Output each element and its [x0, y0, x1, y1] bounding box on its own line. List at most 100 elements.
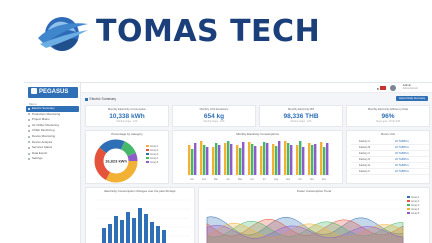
kpi-subtext: Monthly target : 10%	[203, 121, 225, 123]
user-avatar[interactable]	[390, 84, 396, 91]
kpi-title: Monthly Electricity Consumption	[107, 108, 147, 111]
bar	[212, 147, 215, 175]
bar	[191, 149, 194, 175]
row-value: 20 THB/Pcs	[395, 170, 409, 173]
x-tick-label: Dec	[322, 179, 327, 181]
x-tick-label: Mar	[214, 178, 218, 181]
bar	[218, 145, 221, 175]
kpi-title: Monthly CO2 Emissions	[199, 108, 229, 111]
x-tick-label: Jul	[263, 179, 266, 181]
hero-banner: TOMAS TECH	[0, 0, 432, 72]
pegasus-logo-icon	[31, 88, 37, 94]
app-window: PEGASUS Menu Electric Summary Production…	[24, 82, 432, 243]
bar	[203, 145, 206, 175]
bar	[227, 141, 230, 175]
daily-change-chart	[96, 199, 190, 243]
x-tick-label: Apr	[226, 178, 230, 181]
legend-swatch	[407, 204, 410, 206]
bar	[126, 212, 130, 243]
menu-item-icon	[28, 130, 30, 133]
menu-item-icon	[28, 141, 30, 144]
kpi-value: 10,338 kWh	[109, 113, 145, 120]
bar	[150, 222, 154, 243]
top-bar: ● Admin Administrator	[81, 83, 432, 93]
bar	[144, 214, 148, 243]
bar	[290, 145, 293, 175]
sidebar-item-label: Air Chiller Monitoring	[32, 122, 59, 127]
app-logo-text: PEGASUS	[39, 89, 69, 95]
home-icon	[85, 97, 88, 101]
bar	[302, 147, 305, 175]
app-logo[interactable]: PEGASUS	[28, 87, 78, 98]
export-daily-summary-button[interactable]: Export Daily Summary	[396, 96, 428, 101]
legend-swatch	[407, 196, 410, 198]
breadcrumb: Electric Summary	[85, 97, 116, 101]
legend-swatch	[407, 212, 410, 214]
globe-logo-icon	[38, 17, 88, 51]
bar	[215, 143, 218, 175]
bar	[114, 216, 118, 243]
menu-item-icon	[28, 158, 30, 161]
menu-item-icon	[28, 118, 30, 121]
kpi-subtext: Monthly target : 12%	[290, 121, 312, 123]
bar	[230, 144, 233, 175]
menu-item-icon	[28, 152, 30, 155]
legend-item: Group 5	[407, 212, 419, 216]
kpi-title: Monthly Electricity Bill	[288, 108, 314, 111]
bar	[236, 145, 239, 175]
legend-item: Group 5	[146, 161, 158, 165]
donut-center-value: 16,823 kWh	[105, 159, 127, 164]
row-name: Factory F	[359, 170, 370, 173]
sidebar-item-label: Device Analysis	[32, 139, 53, 144]
trend-legend: Group 1 Group 2 Group 3 Group 4 Group 5	[407, 196, 419, 216]
language-flag-icon[interactable]	[380, 86, 386, 90]
legend-swatch	[407, 208, 410, 210]
user-menu[interactable]: Admin Administrator	[403, 83, 418, 91]
kpi-value: 654 kg	[203, 113, 225, 120]
bar	[242, 142, 245, 175]
sidebar-item-label: Production Monitoring	[32, 111, 61, 116]
notification-bell-icon[interactable]: ●	[377, 86, 379, 91]
room-unit-card: Room Unit Factory A 20 THB/Pcs Factory B2…	[346, 130, 430, 184]
kpi-subtext: Target goal : 95.00 %/M	[375, 121, 401, 123]
sidebar-item-settings[interactable]: Settings	[26, 156, 79, 162]
legend-label: Group 4	[150, 158, 159, 160]
power-trend-chart	[206, 199, 404, 243]
kpi-value: 98,336 THB	[283, 113, 319, 120]
bar	[138, 208, 142, 243]
bar	[224, 143, 227, 175]
bar	[287, 143, 290, 175]
menu-item-icon	[28, 107, 30, 110]
menu-item-icon	[28, 124, 30, 127]
bar	[296, 145, 299, 175]
legend-label: Group 5	[150, 162, 159, 164]
legend-label: Group 3	[411, 205, 420, 207]
sidebar-item-label: Device Monitoring	[32, 133, 56, 138]
bar	[311, 145, 314, 175]
bar	[102, 228, 106, 243]
sidebar-item-label: Electric Summary	[32, 106, 55, 110]
kpi-card-co2: Monthly CO2 Emissions 654 kg Monthly tar…	[172, 105, 256, 127]
bar	[188, 145, 191, 175]
legend-label: Group 5	[411, 213, 420, 215]
menu-item-icon	[28, 135, 30, 138]
x-tick-label: Jun	[250, 179, 254, 181]
legend-label: Group 2	[411, 201, 420, 203]
bar	[284, 141, 287, 175]
x-tick-label: Oct	[298, 178, 302, 181]
monthly-consumption-card: Monthly Electricity Consumptions Jan Feb M…	[172, 130, 343, 184]
x-tick-label: Aug	[274, 178, 279, 181]
bar	[323, 147, 326, 175]
bar	[156, 226, 160, 243]
legend-swatch	[146, 161, 149, 163]
legend-label: Group 1	[150, 146, 159, 148]
bar	[275, 146, 278, 175]
bar	[266, 143, 269, 175]
sidebar: PEGASUS Menu Electric Summary Production…	[24, 83, 81, 243]
bar	[314, 144, 317, 175]
room-unit-table: Factory A 20 THB/Pcs Factory B 20 THB/Pcs …	[351, 139, 429, 175]
bar	[239, 148, 242, 175]
sidebar-item-label: Services Status	[32, 145, 53, 150]
bar	[308, 143, 311, 175]
card-title: Room Unit	[381, 132, 395, 136]
